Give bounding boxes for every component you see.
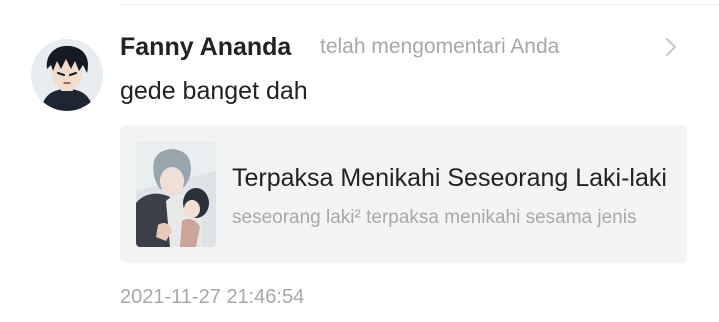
top-divider (120, 4, 719, 5)
user-name[interactable]: Fanny Ananda (120, 33, 291, 62)
card-title: Terpaksa Menikahi Seseorang Laki-laki (232, 164, 667, 192)
comment-text: gede banget dah (120, 77, 308, 105)
avatar-image (31, 39, 103, 111)
chevron-right-icon[interactable] (662, 36, 680, 58)
user-avatar[interactable] (31, 39, 103, 111)
timestamp: 2021-11-27 21:46:54 (120, 286, 305, 308)
content-card[interactable]: Terpaksa Menikahi Seseorang Laki-laki se… (120, 125, 687, 263)
comic-cover-thumbnail (136, 141, 216, 247)
action-text: telah mengomentari Anda (320, 35, 560, 58)
card-description: seseorang laki² terpaksa menikahi sesama… (232, 207, 637, 228)
